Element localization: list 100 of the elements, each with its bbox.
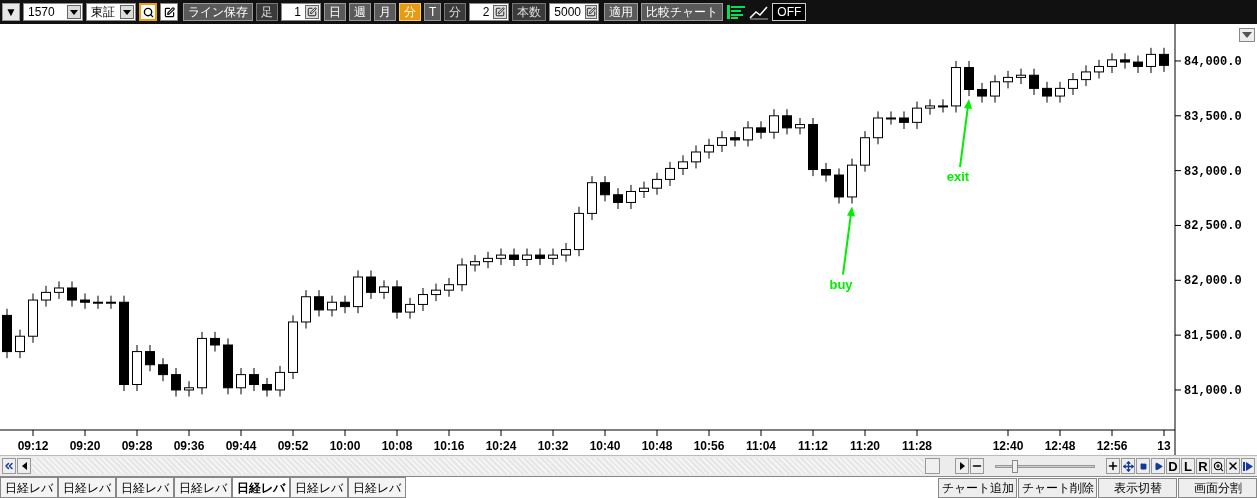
zoom-in-button[interactable]: [1106, 458, 1120, 474]
move-icon: [1122, 460, 1134, 472]
zoom-slider[interactable]: [995, 458, 1095, 474]
candlestick: [860, 130, 870, 173]
candlestick: [249, 367, 259, 392]
menu-button[interactable]: ▼: [2, 3, 20, 21]
bar-list-icon[interactable]: [726, 4, 747, 20]
candlestick: [977, 82, 987, 104]
candlestick: [496, 248, 506, 266]
slider-thumb[interactable]: [1012, 459, 1018, 473]
magnify-button[interactable]: [1211, 458, 1225, 474]
action-button[interactable]: チャート削除: [1018, 478, 1097, 498]
candlestick: [886, 110, 896, 126]
scroll-thumb[interactable]: [925, 458, 940, 474]
search-button[interactable]: [139, 3, 157, 21]
action-button[interactable]: チャート追加: [938, 478, 1017, 498]
candlestick: [93, 295, 103, 310]
candlestick: [366, 269, 376, 300]
time-label: 09:12: [17, 439, 49, 453]
candlestick: [652, 172, 662, 196]
close-button[interactable]: [1226, 458, 1240, 474]
market-field[interactable]: 東証: [86, 3, 136, 21]
skip-start-icon: [3, 460, 15, 472]
candlestick: [275, 365, 285, 398]
next-button[interactable]: [955, 458, 969, 474]
candlestick: [392, 279, 402, 320]
candlestick: [951, 60, 961, 113]
candlestick: [197, 331, 207, 395]
period-tab[interactable]: 週: [349, 3, 371, 21]
line-chart-icon[interactable]: [749, 4, 770, 20]
sheet-tab[interactable]: 日経レバ: [232, 477, 290, 498]
interval-label: 分: [444, 3, 467, 21]
candlestick: [1133, 55, 1143, 74]
candlestick: [1107, 52, 1117, 74]
sheet-tab[interactable]: 日経レバ: [290, 477, 348, 498]
letter-button[interactable]: L: [1181, 458, 1195, 474]
period-tab[interactable]: T: [424, 3, 442, 21]
candlestick: [678, 154, 688, 176]
last-button[interactable]: [1241, 458, 1255, 474]
time-label: 13: [1157, 439, 1171, 453]
candlestick: [535, 248, 545, 266]
edit-icon[interactable]: [495, 7, 506, 17]
first-button[interactable]: [2, 458, 16, 474]
period-field[interactable]: 1: [281, 3, 321, 21]
candlestick: [613, 187, 623, 210]
letter-button[interactable]: D: [1166, 458, 1180, 474]
candlestick: [353, 269, 363, 314]
candlestick: [132, 344, 142, 392]
skip-end-icon: [1243, 461, 1253, 471]
action-button[interactable]: 表示切替: [1098, 478, 1177, 498]
period-label: 足: [256, 3, 278, 21]
candlestick: [912, 101, 922, 130]
candlestick: [964, 60, 974, 97]
candlestick: [1146, 47, 1156, 74]
edit-icon[interactable]: [307, 7, 317, 17]
zoom-out-button[interactable]: [970, 458, 984, 474]
edit-icon[interactable]: [586, 7, 597, 17]
candlestick: [457, 257, 467, 292]
stop-button[interactable]: [1136, 458, 1150, 474]
off-button[interactable]: OFF: [772, 3, 807, 21]
period-tab[interactable]: 日: [324, 3, 346, 21]
sheet-tab[interactable]: 日経レバ: [0, 477, 58, 498]
time-label: 10:32: [537, 439, 569, 453]
interval-field[interactable]: 2: [469, 3, 510, 21]
action-button[interactable]: 画面分割: [1178, 478, 1257, 498]
time-label: 09:52: [277, 439, 309, 453]
candlestick: [262, 377, 272, 398]
code-field[interactable]: 1570: [23, 3, 83, 21]
candlestick: [561, 242, 571, 263]
sheet-tab[interactable]: 日経レバ: [348, 477, 406, 498]
apply-button[interactable]: 適用: [604, 3, 639, 21]
edit-button[interactable]: [160, 3, 178, 21]
candlestick: [847, 158, 857, 205]
compare-chart-button[interactable]: 比較チャート: [641, 3, 724, 21]
candlestick: [483, 251, 493, 269]
letter-button[interactable]: R: [1196, 458, 1210, 474]
play-button[interactable]: [1151, 458, 1165, 474]
candlestick: [106, 295, 116, 310]
sheet-tab[interactable]: 日経レバ: [58, 477, 116, 498]
candlestick: [158, 357, 168, 382]
candlestick: [223, 337, 233, 395]
previous-button[interactable]: [17, 458, 31, 474]
time-label: 09:20: [69, 439, 101, 453]
candlestick: [717, 130, 727, 153]
dropdown-button[interactable]: [1239, 28, 1255, 42]
move-button[interactable]: [1121, 458, 1135, 474]
line-save-button[interactable]: ライン保存: [183, 3, 253, 21]
period-tab[interactable]: 月: [374, 3, 396, 21]
time-label: 11:04: [746, 439, 776, 453]
candlestick: [834, 167, 844, 205]
candlestick: [691, 144, 701, 169]
sheet-tab[interactable]: 日経レバ: [174, 477, 232, 498]
candlestick: [418, 287, 428, 312]
sheet-tab[interactable]: 日経レバ: [116, 477, 174, 498]
count-field[interactable]: 5000: [549, 3, 600, 21]
candlestick: [743, 120, 753, 147]
candlestick: [665, 161, 675, 187]
time-label: 11:12: [798, 439, 828, 453]
candlestick: [1081, 64, 1091, 87]
annotation-label: buy: [829, 276, 853, 292]
